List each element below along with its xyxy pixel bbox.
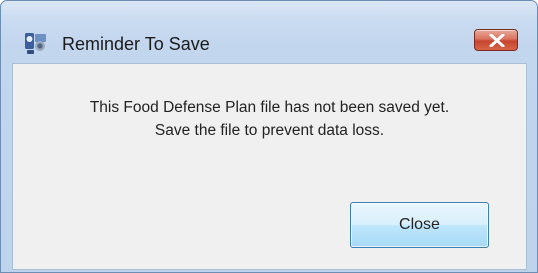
dialog-window: Reminder To Save This Food Defense Plan … [0, 0, 538, 273]
window-close-button[interactable] [474, 29, 518, 51]
message-line-1: This Food Defense Plan file has not been… [89, 99, 450, 116]
app-icon [24, 31, 48, 55]
window-title: Reminder To Save [62, 34, 210, 54]
message-text: This Food Defense Plan file has not been… [13, 96, 526, 142]
dialog-content: This Food Defense Plan file has not been… [12, 63, 527, 270]
title-bar[interactable]: Reminder To Save [1, 1, 537, 54]
close-x-icon [489, 34, 505, 47]
close-button[interactable]: Close [350, 202, 489, 248]
message-line-2: Save the file to prevent data loss. [154, 122, 385, 139]
